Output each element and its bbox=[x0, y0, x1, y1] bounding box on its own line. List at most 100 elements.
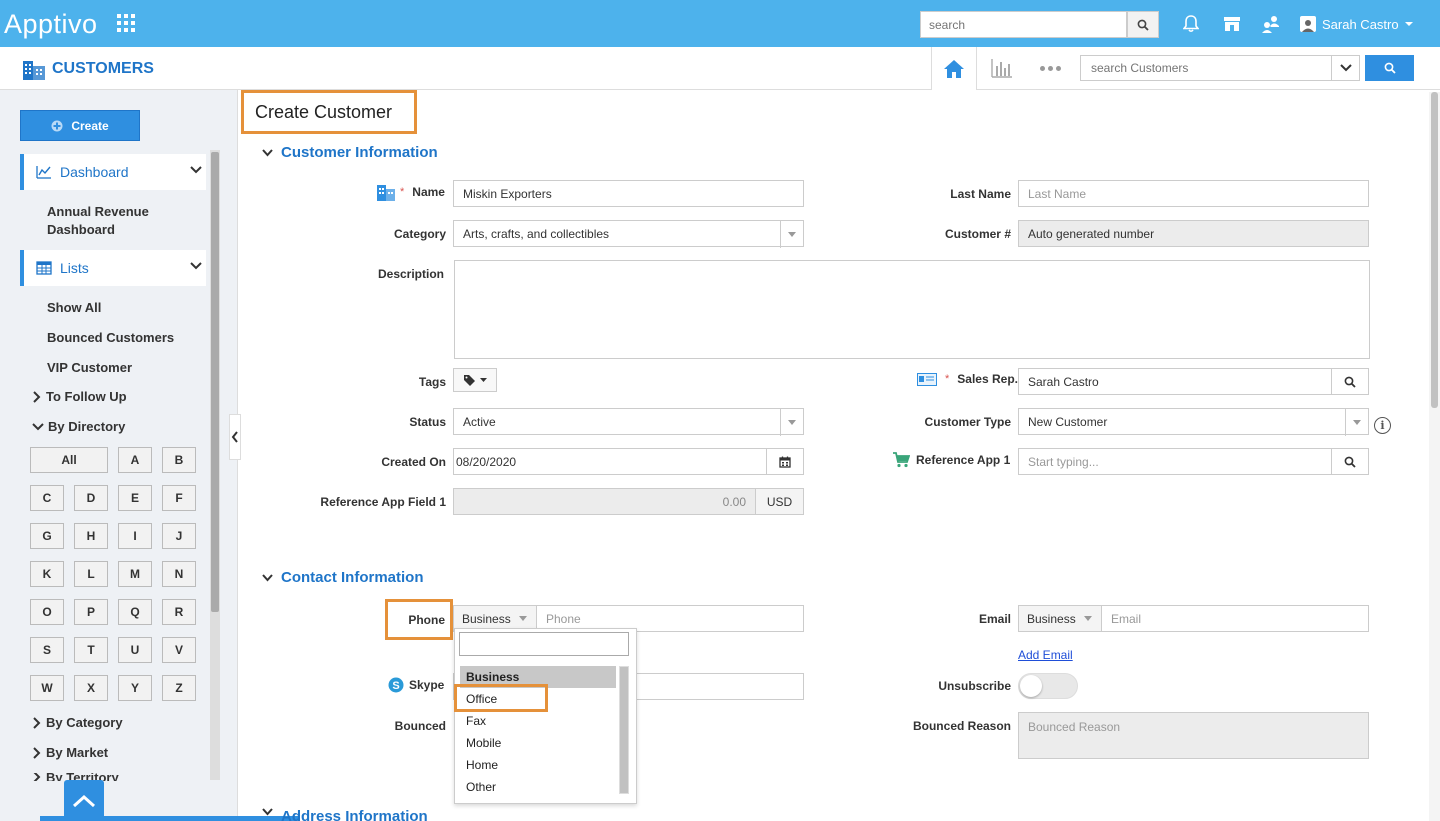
app-title[interactable]: CUSTOMERS bbox=[22, 58, 154, 80]
last-name-input[interactable]: Last Name bbox=[1018, 180, 1369, 207]
section-customer-information[interactable]: Customer Information bbox=[262, 144, 438, 161]
home-tab[interactable] bbox=[931, 47, 977, 90]
skype-label-group: S Skype bbox=[388, 677, 444, 693]
sidebar-item-show-all[interactable]: Show All bbox=[47, 299, 101, 317]
phone-type-option-fax[interactable]: Fax bbox=[460, 710, 616, 732]
email-input[interactable]: Email bbox=[1101, 605, 1369, 632]
directory-letter-button[interactable]: H bbox=[74, 523, 108, 549]
sidebar-section-lists[interactable]: Lists bbox=[20, 250, 206, 286]
directory-letter-button[interactable]: M bbox=[118, 561, 152, 587]
directory-letter-button[interactable]: C bbox=[30, 485, 64, 511]
directory-letter-button[interactable]: D bbox=[74, 485, 108, 511]
unsubscribe-toggle[interactable] bbox=[1018, 673, 1078, 699]
reports-tab[interactable] bbox=[985, 55, 1019, 81]
sidebar-collapse-handle[interactable] bbox=[229, 414, 241, 460]
main-scrollbar-thumb[interactable] bbox=[1431, 92, 1438, 408]
email-type-select[interactable]: Business bbox=[1018, 605, 1102, 632]
directory-letter-button[interactable]: G bbox=[30, 523, 64, 549]
sidebar-item-by-directory[interactable]: By Directory bbox=[32, 419, 125, 434]
directory-all-button[interactable]: All bbox=[30, 447, 108, 473]
store-button[interactable] bbox=[1221, 13, 1243, 35]
directory-letter-button[interactable]: P bbox=[74, 599, 108, 625]
directory-letter-button[interactable]: X bbox=[74, 675, 108, 701]
home-icon bbox=[944, 59, 964, 78]
category-dropdown-arrow[interactable] bbox=[780, 221, 803, 248]
status-dropdown-arrow[interactable] bbox=[780, 409, 803, 436]
directory-letter-button[interactable]: S bbox=[30, 637, 64, 663]
directory-letter-button[interactable]: B bbox=[162, 447, 196, 473]
dropdown-scrollbar-thumb[interactable] bbox=[620, 667, 628, 793]
directory-letter-button[interactable]: R bbox=[162, 599, 196, 625]
directory-letter-button[interactable]: T bbox=[74, 637, 108, 663]
created-on-input[interactable]: 08/20/2020 bbox=[453, 448, 767, 475]
phone-type-option-mobile[interactable]: Mobile bbox=[460, 732, 616, 754]
directory-letter-button[interactable]: W bbox=[30, 675, 64, 701]
directory-letter-button[interactable]: K bbox=[30, 561, 64, 587]
category-select[interactable]: Arts, crafts, and collectibles bbox=[453, 220, 804, 248]
global-search-button[interactable] bbox=[1127, 11, 1159, 38]
directory-letter-button[interactable]: N bbox=[162, 561, 196, 587]
sidebar-section-dashboard[interactable]: Dashboard bbox=[20, 154, 206, 190]
sidebar-section-label: Lists bbox=[60, 260, 89, 276]
directory-letter-button[interactable]: Z bbox=[162, 675, 196, 701]
description-textarea[interactable] bbox=[454, 260, 1370, 359]
name-input[interactable]: Miskin Exporters bbox=[453, 180, 804, 207]
customer-search-dropdown[interactable] bbox=[1332, 55, 1360, 81]
sales-rep-search-button[interactable] bbox=[1331, 368, 1369, 395]
sidebar-item-vip-customer[interactable]: VIP Customer bbox=[47, 359, 132, 377]
directory-letter-button[interactable]: O bbox=[30, 599, 64, 625]
search-icon bbox=[1344, 456, 1356, 468]
app-logo[interactable]: Apptivo bbox=[4, 9, 98, 40]
directory-letter-button[interactable]: A bbox=[118, 447, 152, 473]
customer-type-dropdown-arrow[interactable] bbox=[1345, 409, 1368, 436]
reference-field-input[interactable]: 0.00 bbox=[453, 488, 756, 515]
global-search-input[interactable] bbox=[920, 11, 1127, 38]
phone-type-option-home[interactable]: Home bbox=[460, 754, 616, 776]
section-contact-information[interactable]: Contact Information bbox=[262, 569, 424, 586]
sales-rep-input[interactable]: Sarah Castro bbox=[1018, 368, 1332, 395]
sidebar-item-by-category[interactable]: By Category bbox=[32, 715, 123, 730]
sidebar-item-bounced-customers[interactable]: Bounced Customers bbox=[47, 329, 174, 347]
directory-letter-button[interactable]: I bbox=[118, 523, 152, 549]
sidebar-item-to-follow-up[interactable]: To Follow Up bbox=[32, 389, 127, 404]
reference-app-input[interactable]: Start typing... bbox=[1018, 448, 1332, 475]
customer-type-select[interactable]: New Customer bbox=[1018, 408, 1369, 436]
directory-letter-button[interactable]: J bbox=[162, 523, 196, 549]
user-menu[interactable]: Sarah Castro bbox=[1300, 14, 1413, 34]
directory-letter-button[interactable]: Y bbox=[118, 675, 152, 701]
scroll-to-top-button[interactable] bbox=[64, 780, 104, 821]
status-select[interactable]: Active bbox=[453, 408, 804, 436]
sidebar-scrollbar-thumb[interactable] bbox=[211, 152, 219, 612]
directory-letter-button[interactable]: V bbox=[162, 637, 196, 663]
directory-letter-button[interactable]: E bbox=[118, 485, 152, 511]
bar-chart-icon bbox=[991, 59, 1012, 78]
directory-letter-button[interactable]: L bbox=[74, 561, 108, 587]
section-address-information[interactable]: Address Information bbox=[262, 808, 428, 821]
info-icon[interactable]: i bbox=[1374, 417, 1391, 434]
directory-letter-button[interactable]: F bbox=[162, 485, 196, 511]
customer-search-input[interactable] bbox=[1080, 55, 1332, 81]
bounced-label: Bounced bbox=[394, 719, 446, 733]
customer-search-button[interactable] bbox=[1365, 55, 1414, 81]
chevron-down-icon bbox=[190, 166, 202, 174]
more-options-icon[interactable] bbox=[1030, 55, 1070, 81]
sidebar-item-annual-revenue-dashboard[interactable]: Annual Revenue Dashboard bbox=[47, 203, 177, 239]
sidebar-item-by-market[interactable]: By Market bbox=[32, 745, 108, 760]
chevron-up-icon bbox=[72, 794, 96, 807]
calendar-button[interactable] bbox=[766, 448, 804, 475]
add-email-link[interactable]: Add Email bbox=[1018, 648, 1073, 662]
connections-button[interactable] bbox=[1260, 13, 1282, 35]
tags-button[interactable] bbox=[453, 368, 497, 392]
directory-letter-button[interactable]: Q bbox=[118, 599, 152, 625]
create-button[interactable]: Create bbox=[20, 110, 140, 141]
phone-type-search-input[interactable] bbox=[459, 632, 629, 656]
directory-letter-button[interactable]: U bbox=[118, 637, 152, 663]
phone-type-option-other[interactable]: Other bbox=[460, 776, 616, 798]
chevron-right-icon bbox=[33, 716, 41, 729]
reference-app-search-button[interactable] bbox=[1331, 448, 1369, 475]
tags-label: Tags bbox=[418, 375, 446, 389]
notifications-button[interactable] bbox=[1180, 13, 1202, 35]
caret-down-icon bbox=[788, 232, 796, 237]
phone-label: Phone bbox=[408, 612, 445, 627]
apps-grid-icon[interactable] bbox=[117, 14, 135, 32]
